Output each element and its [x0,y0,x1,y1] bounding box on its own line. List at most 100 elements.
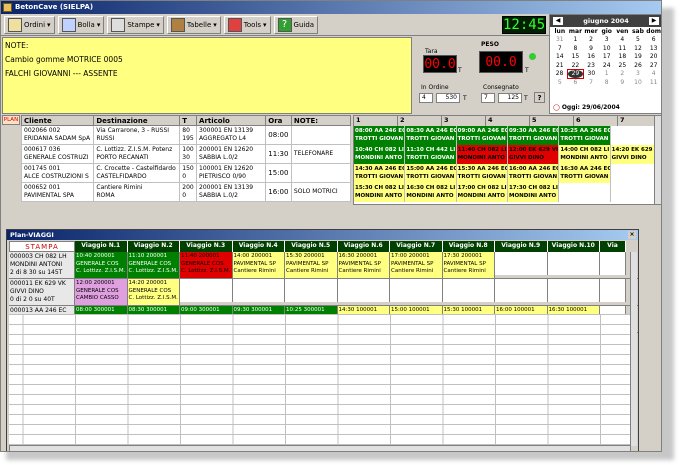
calendar-day[interactable]: 8 [568,44,584,53]
calendar-day[interactable]: 4 [646,70,661,79]
calendar-day[interactable]: 10 [599,44,615,53]
vehicle-cell[interactable]: 000003 CH 082 LH MONDINI ANTONI 2 di 8 30 … [9,252,75,278]
calendar-day[interactable]: 13 [646,44,661,53]
trip-slot[interactable]: 10:25 AA 246 EC TROTTI GIOVAN [559,126,611,145]
viaggio-header[interactable]: Via [600,241,626,252]
trip-cell[interactable] [337,279,390,302]
calendar-day[interactable]: 7 [583,78,599,87]
viaggio-header[interactable]: Viaggio N.3 [180,241,233,252]
trip-cell[interactable] [547,252,600,275]
calendar-day[interactable]: 23 [583,61,599,70]
calendar-day[interactable]: 28 [552,70,568,79]
calendar-day[interactable]: 17 [599,53,615,62]
stampa-button[interactable]: STAMPA [9,241,75,252]
calendar-day[interactable]: 4 [615,36,631,45]
column-header[interactable]: Destinazione [93,115,181,126]
viaggio-header[interactable]: Viaggio N.2 [127,241,180,252]
trip-cell[interactable] [600,279,626,302]
trip-cell[interactable] [600,252,626,275]
trip-slot[interactable]: 16:30 CH 082 LI MONDINI ANTO [405,183,457,202]
trip-slot[interactable]: 16:00 AA 246 EC TROTTI GIOVAN [507,164,560,183]
trip-slot[interactable]: 11:10 CH 442 LI TROTTI GIOVAN [405,145,457,164]
viaggio-header[interactable]: Viaggio N.6 [337,241,390,252]
trip-cell[interactable]: 15:30 200001 PAVIMENTAL SP Cantiere Rimini [285,252,338,278]
calendar-day[interactable]: 12 [630,44,646,53]
calendar-day[interactable]: 10 [630,78,646,87]
plan-viaggi-vscrollbar[interactable] [630,252,637,446]
prev-month-button[interactable]: ◀ [553,17,563,25]
trip-slot[interactable]: 15:30 CH 082 LI MONDINI ANTO [354,183,406,202]
calendar-day[interactable]: 24 [599,61,615,70]
calendar-day[interactable]: 6 [646,36,661,45]
trip-slot[interactable]: 10:40 CH 082 LI MONDINI ANTO [354,145,406,164]
calendar-day[interactable]: 2 [615,70,631,79]
viaggio-header[interactable]: Viaggio N.9 [495,241,548,252]
calendar-day[interactable]: 11 [646,78,661,87]
column-header[interactable]: Ora [265,115,292,126]
calendar-day[interactable]: 9 [583,44,599,53]
table-row[interactable]: 000617 036 GENERALE COSTRUZI C. Lottizz. Z… [20,144,352,164]
calendar-day[interactable]: 22 [568,61,584,70]
calendar-day[interactable]: 3 [630,70,646,79]
vehicle-cell[interactable]: 000011 EK 629 VK GIVVI DINO 0 di 2 0 su 40… [9,279,75,305]
trip-slot[interactable]: 11:40 CH 082 LI MONDINI ANTO [456,145,508,164]
calendar-day[interactable]: 18 [615,53,631,62]
trip-cell[interactable] [495,252,548,275]
calendar-day[interactable]: 14 [552,53,568,62]
trip-cell[interactable]: 10:40 200001 GENERALE COS C. Lottizz. Z.I.… [75,252,128,278]
next-month-button[interactable]: ▶ [649,17,659,25]
calendar-day[interactable]: 3 [599,36,615,45]
calendar-day[interactable]: 21 [552,61,568,70]
trip-cell[interactable]: 14:20 200001 GENERALE COS C. Lottizz. Z.I.… [127,279,180,305]
calendar-day[interactable]: 29 [567,69,584,79]
viaggio-header[interactable]: Viaggio N.8 [442,241,495,252]
trip-slot[interactable]: 12:00 EK 629 VI GIVVI DINO [507,145,560,164]
calendar-day[interactable]: 19 [630,53,646,62]
trip-cell[interactable]: 14:00 200001 PAVIMENTAL SP Cantiere Rimini [232,252,285,278]
calendar-day[interactable]: 30 [583,70,599,79]
trip-slot[interactable]: 15:00 AA 246 EC TROTTI GIOVAN [405,164,457,183]
calendar-day[interactable]: 5 [552,78,568,87]
column-header[interactable]: Cliente [20,115,95,126]
trip-cell[interactable]: 12:00 200001 GENERALE COS CAMBIO CASSO [75,279,128,305]
plan-button[interactable]: PLAN [2,115,20,125]
viaggio-header[interactable]: Viaggio N.1 [75,241,128,252]
trip-cell[interactable] [180,279,233,302]
trip-cell[interactable]: 16:30 200001 PAVIMENTAL SP Cantiere Rimini [337,252,390,278]
trip-slot[interactable]: 09:00 AA 246 EC TROTTI GIOVAN [456,126,508,145]
trip-cell[interactable] [442,279,495,302]
trip-slot[interactable]: 08:00 AA 246 EC TROTTI GIOVAN [354,126,406,145]
plan-viaggi-hscrollbar[interactable] [9,445,631,451]
table-row[interactable]: 002066 002 ERIDANIA SADAM SpA Via Carraron… [20,125,352,145]
calendar-day[interactable]: 1 [568,36,584,45]
schedule-scrollbar[interactable] [654,116,661,204]
trip-cell[interactable] [390,279,443,302]
trip-cell[interactable]: 11:10 200001 GENERALE COS C. Lottizz. Z.I.… [127,252,180,278]
calendar-day[interactable]: 8 [599,78,615,87]
calendar-day[interactable]: 7 [552,44,568,53]
close-icon[interactable]: × [628,231,636,239]
guida-button[interactable]: ? Guida [273,15,319,34]
trip-slot[interactable]: 17:00 CH 082 LI MONDINI ANTO [456,183,508,202]
trip-cell[interactable] [547,279,600,302]
calendar-day[interactable]: 9 [615,78,631,87]
trip-cell[interactable]: 17:00 200001 PAVIMENTAL SP Cantiere Rimini [390,252,443,278]
today-label[interactable]: ◯ Oggi: 29/06/2004 [553,104,620,111]
table-row[interactable]: 000652 001 PAVIMENTAL SPA Cantiere Rimini R… [20,182,352,202]
calendar-day[interactable]: 5 [630,36,646,45]
calendar-day[interactable]: 31 [552,36,568,45]
calendar-day[interactable]: 15 [568,53,584,62]
calendar-day[interactable]: 25 [615,61,631,70]
viaggio-header[interactable]: Viaggio N.10 [547,241,600,252]
trip-slot[interactable]: 15:30 AA 246 EC TROTTI GIOVAN [456,164,508,183]
calendar-day[interactable]: 1 [599,70,615,79]
calendar-day[interactable]: 16 [583,53,599,62]
calendar-day[interactable]: 11 [615,44,631,53]
viaggio-header[interactable]: Viaggio N.5 [285,241,338,252]
ordini-button[interactable]: Ordini ▾ [4,15,55,34]
viaggio-header[interactable]: Viaggio N.4 [232,241,285,252]
title-bar[interactable]: BetonCave (SIELPA) [1,1,661,14]
stampe-button[interactable]: Stampe ▾ [107,15,164,34]
trip-slot[interactable]: 16:30 AA 246 EC TROTTI GIOVAN [559,164,611,183]
trip-cell[interactable] [285,279,338,302]
